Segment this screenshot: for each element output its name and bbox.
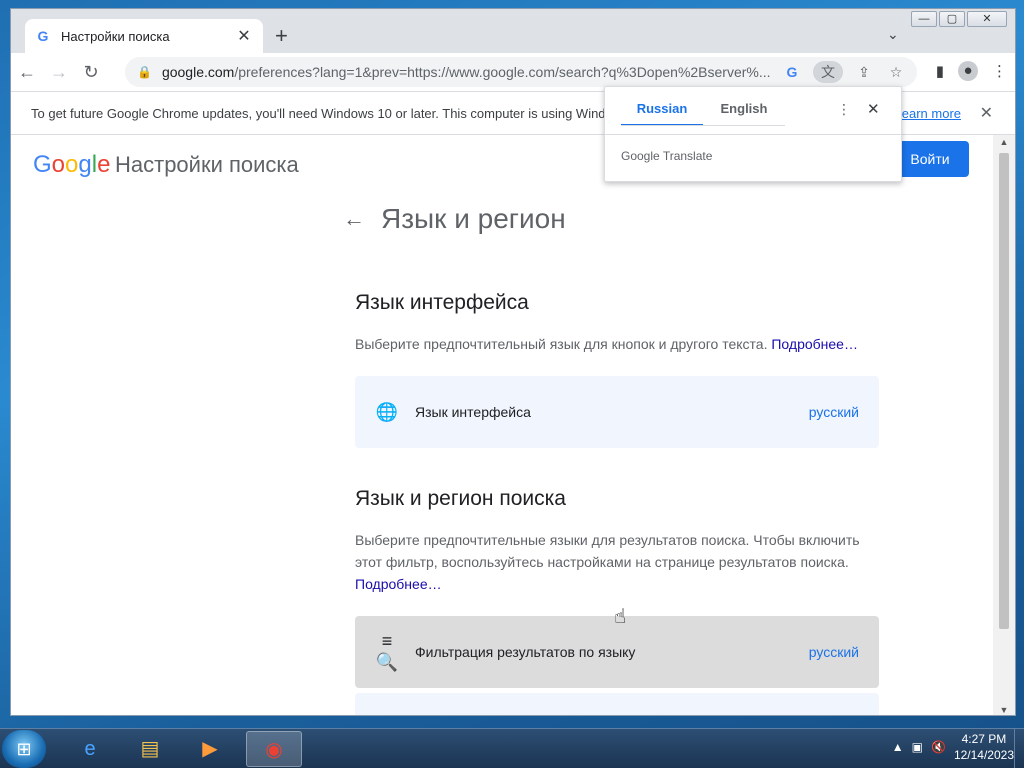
language-filter-label: Фильтрация результатов по языку	[415, 644, 636, 660]
translate-icon[interactable]: 文	[813, 61, 843, 83]
media-player-icon[interactable]: ▶	[182, 731, 238, 767]
profile-avatar-icon[interactable]: ●	[958, 61, 978, 81]
google-favicon-icon: G	[37, 28, 49, 44]
learn-more-link[interactable]: earn more	[902, 106, 961, 121]
globe-icon: 🌐	[375, 401, 399, 422]
tab-russian[interactable]: Russian	[621, 101, 703, 126]
system-tray: ▲ ▣ 🔇 4:27 PM 12/14/2023	[892, 731, 1014, 763]
tab-strip: G Настройки поиска ✕ + ⌄ — ▢ ✕	[11, 9, 1015, 53]
tab-title: Настройки поиска	[61, 28, 170, 44]
translate-close-icon[interactable]: ✕	[867, 100, 880, 118]
google-lens-icon[interactable]: G	[781, 64, 803, 80]
infobar-close-icon[interactable]: ✕	[980, 103, 993, 123]
clock-time: 4:27 PM	[961, 732, 1007, 746]
hand-cursor-icon: ☝	[614, 606, 627, 628]
scroll-up-icon[interactable]: ▲	[993, 137, 1015, 147]
new-tab-button[interactable]: +	[275, 25, 288, 47]
interface-language-value: русский	[808, 404, 859, 420]
google-logo[interactable]: Google	[33, 151, 110, 179]
start-button[interactable]: ⊞	[2, 730, 46, 768]
tray-expand-icon[interactable]: ▲	[892, 740, 904, 754]
tab-english[interactable]: English	[703, 101, 785, 126]
minimize-button[interactable]: —	[911, 11, 937, 27]
section-heading: Язык и регион	[381, 203, 566, 234]
tab-search-settings[interactable]: G Настройки поиска ✕	[25, 19, 263, 53]
chrome-icon[interactable]: ◉	[246, 731, 302, 767]
page-viewport: Google Настройки поиска Войти ← Язык и р…	[11, 135, 995, 715]
volume-muted-icon[interactable]: 🔇	[931, 740, 946, 754]
search-language-title: Язык и регион поиска	[355, 487, 566, 510]
omnibox-icons: G 文 ⇪ ☆	[781, 61, 907, 83]
filter-search-icon: ≡🔍	[375, 631, 399, 672]
signin-button[interactable]: Войти	[891, 141, 969, 177]
interface-language-description: Выберите предпочтительный язык для кнопо…	[355, 336, 858, 352]
address-bar[interactable]: 🔒 google.com/preferences?lang=1&prev=htt…	[125, 57, 917, 87]
back-arrow-icon[interactable]: ←	[343, 206, 365, 232]
translate-bubble: Russian English ⋮ ✕ Google Translate	[604, 86, 902, 182]
tab-search-icon[interactable]: ⌄	[887, 26, 899, 43]
tab-underline	[621, 125, 785, 126]
taskbar: ⊞ e ▤ ▶ ◉ ▲ ▣ 🔇 4:27 PM 12/14/2023	[0, 728, 1024, 768]
divider	[605, 134, 901, 135]
search-language-description: Выберите предпочтительные языки для резу…	[355, 532, 860, 592]
network-icon[interactable]: ▣	[912, 740, 923, 754]
infobar-message: To get future Google Chrome updates, you…	[31, 105, 606, 121]
maximize-button[interactable]: ▢	[939, 11, 965, 27]
interface-learn-more-link[interactable]: Подробнее…	[771, 336, 858, 352]
interface-language-card[interactable]: 🌐 Язык интерфейса русский	[355, 376, 879, 448]
page-title: Настройки поиска	[115, 152, 299, 177]
forward-icon[interactable]: →	[43, 62, 75, 83]
explorer-icon[interactable]: ▤	[122, 731, 178, 767]
bookmark-star-icon[interactable]: ☆	[885, 64, 907, 81]
window-controls: — ▢ ✕	[911, 11, 1007, 27]
tab-close-icon[interactable]: ✕	[235, 26, 253, 46]
clock[interactable]: 4:27 PM 12/14/2023	[954, 731, 1014, 763]
side-panel-icon[interactable]: ▮	[936, 62, 944, 80]
search-learn-more-link[interactable]: Подробнее…	[355, 576, 442, 592]
show-desktop-button[interactable]	[1014, 729, 1024, 768]
translate-language-tabs: Russian English	[621, 101, 785, 126]
scroll-down-icon[interactable]: ▼	[993, 705, 1015, 715]
google-translate-brand: Google Translate	[621, 149, 713, 163]
page-scrollbar[interactable]: ▲ ▼	[993, 135, 1015, 715]
menu-kebab-icon[interactable]: ⋮	[992, 62, 1007, 80]
toolbar-right: ▮ ● ⋮	[936, 61, 1007, 81]
ie-icon[interactable]: e	[62, 731, 118, 767]
lock-icon[interactable]: 🔒	[137, 65, 152, 79]
interface-language-title: Язык интерфейса	[355, 291, 529, 314]
url-text[interactable]: google.com/preferences?lang=1&prev=https…	[162, 64, 782, 80]
back-icon[interactable]: ←	[11, 62, 43, 83]
section-header: ← Язык и регион	[343, 203, 566, 235]
share-icon[interactable]: ⇪	[853, 64, 875, 81]
region-card-partial[interactable]	[355, 693, 879, 715]
close-window-button[interactable]: ✕	[967, 11, 1007, 27]
reload-icon[interactable]: ↻	[75, 62, 107, 83]
translate-options-icon[interactable]: ⋮	[837, 101, 851, 118]
interface-language-label: Язык интерфейса	[415, 404, 531, 420]
language-filter-value: русский	[808, 644, 859, 660]
clock-date: 12/14/2023	[953, 748, 1014, 762]
scrollbar-thumb[interactable]	[999, 153, 1009, 629]
